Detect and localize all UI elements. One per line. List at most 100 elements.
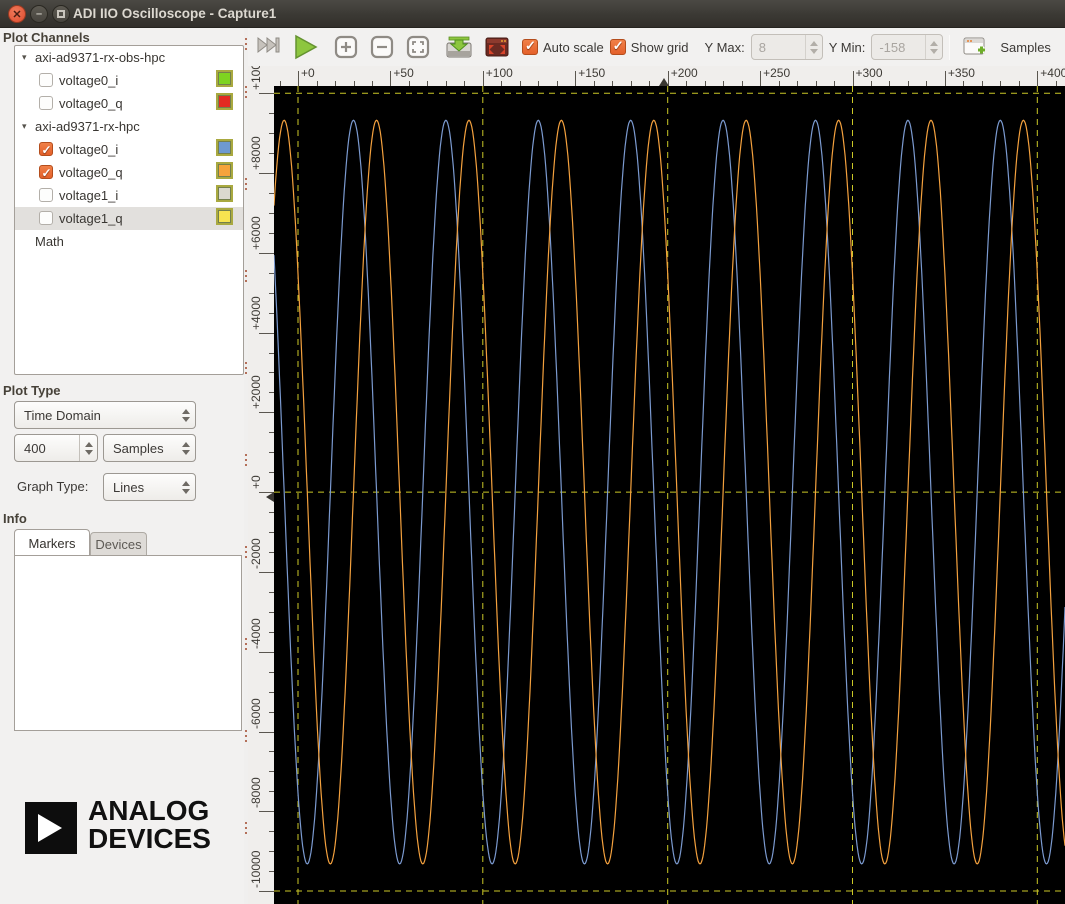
tree-item-voltage0_q[interactable]: voltage0_q [15, 161, 243, 185]
save-capture-icon[interactable] [444, 34, 474, 60]
tab-devices[interactable]: Devices [90, 532, 147, 556]
channel-color-swatch[interactable] [216, 162, 233, 179]
channel-checkbox[interactable] [39, 139, 53, 162]
close-button[interactable]: ✕ [8, 5, 26, 23]
y-tick-label: -4000 [249, 617, 263, 649]
logo-line2: DEVICES [88, 823, 211, 854]
tree-item-voltage1_q[interactable]: voltage1_q [15, 207, 243, 230]
expander-icon[interactable]: ▾ [22, 46, 27, 69]
analog-devices-logo-icon [25, 802, 77, 854]
x-axis-ruler: +0 +50 +100 +150 +200 +250 +300 +350 +400 [274, 66, 1065, 86]
capture-once-icon[interactable] [256, 35, 282, 59]
channel-color-swatch[interactable] [216, 185, 233, 202]
y-tick [259, 412, 274, 414]
x-tick-label: +0 [301, 66, 315, 80]
zoom-fit-icon[interactable] [406, 35, 430, 59]
channel-checkbox[interactable] [39, 188, 53, 202]
show-grid-checkbox[interactable] [609, 38, 626, 55]
window-title: ADI IIO Oscilloscope - Capture1 [73, 6, 277, 21]
titlebar[interactable]: ✕ – ADI IIO Oscilloscope - Capture1 [0, 0, 1065, 28]
channel-color-swatch[interactable] [216, 139, 233, 156]
expander-icon[interactable]: ▾ [22, 115, 27, 138]
channel-color-swatch[interactable] [216, 70, 233, 87]
minimize-button[interactable]: – [30, 5, 48, 23]
sample-count-spinner[interactable]: 400 [14, 434, 98, 462]
channel-checkbox[interactable] [39, 73, 53, 87]
y-min-spinner[interactable]: -158 [871, 34, 944, 60]
analog-devices-logo-text: ANALOG DEVICES [88, 797, 211, 853]
x-tick [298, 71, 299, 86]
channel-checkbox[interactable] [39, 162, 53, 185]
y-max-label: Y Max: [704, 39, 745, 55]
y-tick [259, 332, 274, 334]
y-max-spinner[interactable]: 8 [750, 34, 823, 60]
spinner-arrows-icon [804, 35, 822, 59]
tree-group-axi-ad9371-rx-hpc[interactable]: ▾ axi-ad9371-rx-hpc [15, 115, 243, 138]
auto-scale-checkbox[interactable] [522, 38, 538, 55]
markers-panel[interactable] [14, 555, 242, 731]
maximize-button[interactable] [52, 5, 70, 23]
tree-group-axi-ad9371-rx-obs-hpc[interactable]: ▾ axi-ad9371-rx-obs-hpc [15, 46, 243, 69]
channel-checkbox[interactable] [39, 96, 53, 110]
chevron-updown-icon [177, 435, 195, 461]
show-grid-label: Show grid [630, 39, 689, 55]
graph-type-label: Graph Type: [17, 479, 89, 494]
cursor-position-marker-x [659, 78, 669, 86]
sidebar: Plot Channels ▾ axi-ad9371-rx-obs-hpc volt… [0, 28, 244, 904]
y-max-value: 8 [758, 39, 766, 55]
auto-scale-label: Auto scale [543, 39, 604, 55]
channel-color-swatch[interactable] [216, 93, 233, 110]
plot-type-select[interactable]: Time Domain [14, 401, 196, 429]
channel-checkbox[interactable] [39, 211, 53, 225]
y-tick [259, 93, 274, 95]
oscilloscope-plot[interactable] [273, 86, 1065, 904]
y-tick [259, 571, 274, 573]
chevron-updown-icon [177, 402, 195, 428]
graph-type-select[interactable]: Lines [103, 473, 196, 501]
tree-item-voltage0_i[interactable]: voltage0_i [15, 69, 243, 92]
tree-label: axi-ad9371-rx-hpc [35, 119, 140, 134]
info-heading: Info [3, 511, 27, 526]
y-tick-label: +0 [249, 475, 263, 490]
y-axis-ruler: +10000 +8000 +6000 +4000 +2000 +0 -2000 -4000 -6… [248, 66, 274, 904]
x-tick [760, 71, 762, 86]
plot-type-heading: Plot Type [3, 383, 61, 398]
y-tick [259, 252, 274, 254]
fullscreen-icon[interactable] [484, 36, 510, 58]
sample-unit-select[interactable]: Samples [103, 434, 196, 462]
y-tick-label: -10000 [249, 850, 263, 888]
y-tick [259, 731, 274, 733]
plot-channels-tree[interactable]: ▾ axi-ad9371-rx-obs-hpc voltage0_i voltage0… [14, 45, 244, 375]
y-tick-label: +2000 [249, 375, 263, 410]
y-min-value: -158 [879, 39, 906, 55]
x-tick-label: +100 [485, 66, 513, 80]
x-tick [390, 71, 392, 86]
plot-channels-heading: Plot Channels [3, 30, 90, 45]
x-tick-label: +300 [855, 66, 883, 80]
zoom-in-icon[interactable] [334, 35, 358, 59]
zoom-out-icon[interactable] [370, 35, 394, 59]
tree-item-voltage1_i[interactable]: voltage1_i [15, 184, 243, 207]
x-tick-label: +50 [393, 66, 414, 80]
samples-button-label[interactable]: Samples [1000, 40, 1051, 55]
spinner-arrows-icon[interactable] [79, 435, 97, 461]
toolbar-separator [949, 34, 951, 60]
y-tick [259, 173, 274, 174]
y-min-label: Y Min: [828, 39, 866, 55]
new-plot-window-icon[interactable] [962, 36, 988, 58]
x-tick-label: +250 [763, 66, 791, 80]
channel-color-swatch[interactable] [216, 208, 233, 225]
play-capture-icon[interactable] [292, 34, 320, 60]
tree-label: axi-ad9371-rx-obs-hpc [35, 50, 166, 65]
tree-item-voltage0_q[interactable]: voltage0_q [15, 92, 243, 115]
cursor-position-marker-y [266, 492, 274, 503]
sample-count-value: 400 [24, 440, 46, 456]
x-tick [852, 71, 854, 86]
y-tick [259, 651, 274, 653]
tree-item-Math[interactable]: Math [15, 230, 243, 253]
sample-unit-value: Samples [113, 440, 164, 456]
graph-type-value: Lines [113, 479, 145, 495]
tree-item-voltage0_i[interactable]: voltage0_i [15, 138, 243, 162]
y-tick-label: +6000 [249, 216, 263, 250]
tab-markers[interactable]: Markers [14, 529, 90, 556]
